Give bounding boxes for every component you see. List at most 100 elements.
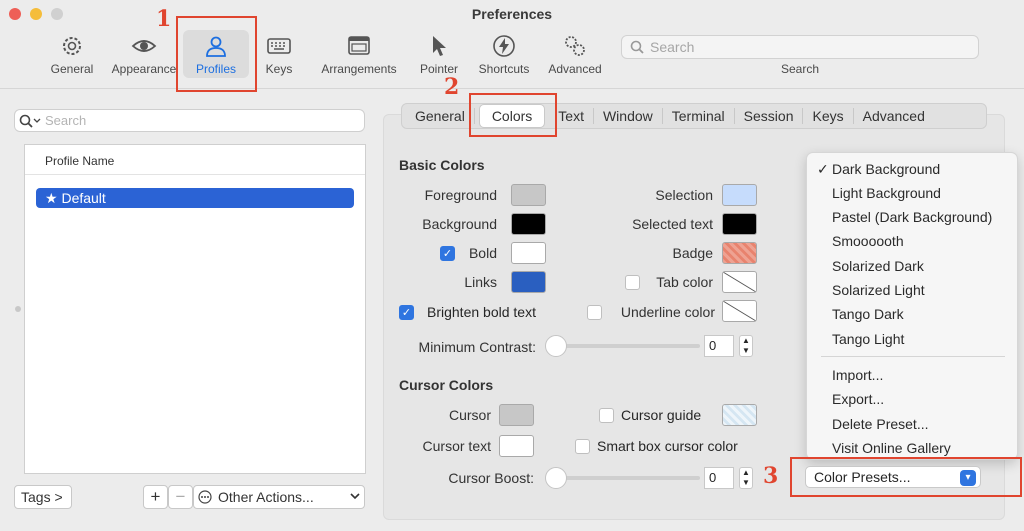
cursor-colors-heading: Cursor Colors <box>399 377 494 393</box>
minimum-contrast-label: Minimum Contrast: <box>418 339 536 355</box>
search-icon <box>19 114 41 128</box>
other-actions-button[interactable]: Other Actions... <box>193 485 365 509</box>
badge-label: Badge <box>672 245 713 261</box>
toolbar-label: Shortcuts <box>478 62 530 76</box>
cursor-label: Cursor <box>448 407 491 423</box>
toolbar-label: Appearance <box>111 62 177 76</box>
cursor-boost-stepper[interactable]: ▲ ▼ <box>739 467 753 489</box>
cursor-boost-label: Cursor Boost: <box>448 470 534 486</box>
smart-box-cursor-checkbox[interactable] <box>575 439 590 454</box>
bold-color-well[interactable] <box>511 242 546 264</box>
minimum-contrast-value[interactable]: 0 <box>704 335 734 357</box>
add-profile-button[interactable]: + <box>143 485 168 509</box>
foreground-color-well[interactable] <box>511 184 546 206</box>
menu-item-solarized-light[interactable]: Solarized Light <box>832 282 925 298</box>
underline-color-checkbox[interactable] <box>587 305 602 320</box>
minimum-contrast-knob[interactable] <box>545 335 567 357</box>
menu-item-pastel-dark-background[interactable]: Pastel (Dark Background) <box>832 209 992 225</box>
basic-colors-heading: Basic Colors <box>399 157 485 173</box>
links-color-well[interactable] <box>511 271 546 293</box>
tab-color-checkbox[interactable] <box>625 275 640 290</box>
profile-row-default[interactable]: ★ Default <box>36 188 354 208</box>
search-input[interactable]: Search <box>621 35 979 59</box>
smart-box-cursor-label: Smart box cursor color <box>597 438 738 454</box>
window-icon <box>348 36 370 55</box>
cursor-guide-checkbox[interactable] <box>599 408 614 423</box>
tab-terminal[interactable]: Terminal <box>663 108 735 124</box>
color-presets-menu: ✓ Dark Background Light Background Paste… <box>806 152 1018 460</box>
underline-color-well[interactable] <box>722 300 757 322</box>
tab-color-label: Tab color <box>656 274 713 290</box>
cursor-boost-value[interactable]: 0 <box>704 467 734 489</box>
cursor-guide-color-well[interactable] <box>722 404 757 426</box>
other-actions-label: Other Actions... <box>218 489 314 505</box>
tab-keys[interactable]: Keys <box>803 108 854 124</box>
profile-list: Profile Name ★ Default <box>24 144 366 474</box>
minimum-contrast-slider[interactable] <box>555 344 700 348</box>
brighten-bold-checkbox[interactable]: ✓ <box>399 305 414 320</box>
keyboard-icon <box>267 38 291 54</box>
toolbar-label: General <box>50 62 94 76</box>
annotation-number-1: 1 <box>156 6 172 32</box>
toolbar-advanced[interactable]: Advanced <box>540 30 610 78</box>
selection-color-well[interactable] <box>722 184 757 206</box>
tags-button[interactable]: Tags > <box>14 485 72 509</box>
menu-item-import[interactable]: Import... <box>832 367 883 383</box>
menu-item-delete-preset[interactable]: Delete Preset... <box>832 416 929 432</box>
menu-item-tango-dark[interactable]: Tango Dark <box>832 306 904 322</box>
brighten-bold-label: Brighten bold text <box>427 304 536 320</box>
checkmark-icon: ✓ <box>817 161 829 177</box>
remove-profile-button[interactable]: − <box>168 485 193 509</box>
toolbar-arrangements[interactable]: Arrangements <box>313 30 405 78</box>
sidebar-grip[interactable] <box>15 306 21 312</box>
column-header-profile-name[interactable]: Profile Name <box>25 145 365 175</box>
menu-item-smoooooth[interactable]: Smoooooth <box>832 233 904 249</box>
tab-window[interactable]: Window <box>594 108 663 124</box>
toolbar-pointer[interactable]: Pointer <box>404 30 474 78</box>
search-label: Search <box>780 62 820 76</box>
tab-advanced[interactable]: Advanced <box>854 108 934 124</box>
toolbar-divider <box>0 88 1024 89</box>
gears-icon <box>565 36 585 56</box>
more-icon <box>198 490 212 504</box>
cursor-boost-knob[interactable] <box>545 467 567 489</box>
toolbar-general[interactable]: General <box>37 30 107 78</box>
annotation-box-2 <box>469 93 557 137</box>
badge-color-well[interactable] <box>722 242 757 264</box>
eye-icon <box>131 40 157 52</box>
gear-icon <box>63 37 81 55</box>
profile-search-input[interactable]: Search <box>14 109 365 132</box>
annotation-number-3: 3 <box>763 463 779 489</box>
cursor-text-color-well[interactable] <box>499 435 534 457</box>
menu-separator <box>821 356 1005 357</box>
chevron-down-icon <box>350 493 360 500</box>
bold-checkbox[interactable]: ✓ <box>440 246 455 261</box>
menu-item-tango-light[interactable]: Tango Light <box>832 331 904 347</box>
toolbar-label: Advanced <box>548 62 602 76</box>
menu-item-dark-background[interactable]: Dark Background <box>832 161 940 177</box>
search-icon <box>630 40 644 54</box>
tab-general[interactable]: General <box>406 108 475 124</box>
selection-label: Selection <box>655 187 713 203</box>
cursor-color-well[interactable] <box>499 404 534 426</box>
cursor-boost-slider[interactable] <box>555 476 700 480</box>
menu-item-export[interactable]: Export... <box>832 391 884 407</box>
star-icon: ★ <box>45 190 62 206</box>
minimum-contrast-stepper[interactable]: ▲ ▼ <box>739 335 753 357</box>
cursor-guide-label: Cursor guide <box>621 407 702 423</box>
foreground-label: Foreground <box>424 187 497 203</box>
background-color-well[interactable] <box>511 213 546 235</box>
toolbar-appearance[interactable]: Appearance <box>109 30 179 78</box>
tab-session[interactable]: Session <box>735 108 804 124</box>
profile-name: Default <box>61 190 106 206</box>
underline-color-label: Underline color <box>620 304 715 320</box>
menu-item-solarized-dark[interactable]: Solarized Dark <box>832 258 924 274</box>
menu-item-light-background[interactable]: Light Background <box>832 185 941 201</box>
annotation-box-1 <box>176 16 257 92</box>
selected-text-color-well[interactable] <box>722 213 757 235</box>
menu-item-visit-online-gallery[interactable]: Visit Online Gallery <box>832 440 951 456</box>
cursor-text-label: Cursor text <box>422 438 491 454</box>
window-title: Preferences <box>471 6 553 22</box>
tab-color-well[interactable] <box>722 271 757 293</box>
toolbar-shortcuts[interactable]: Shortcuts <box>469 30 539 78</box>
